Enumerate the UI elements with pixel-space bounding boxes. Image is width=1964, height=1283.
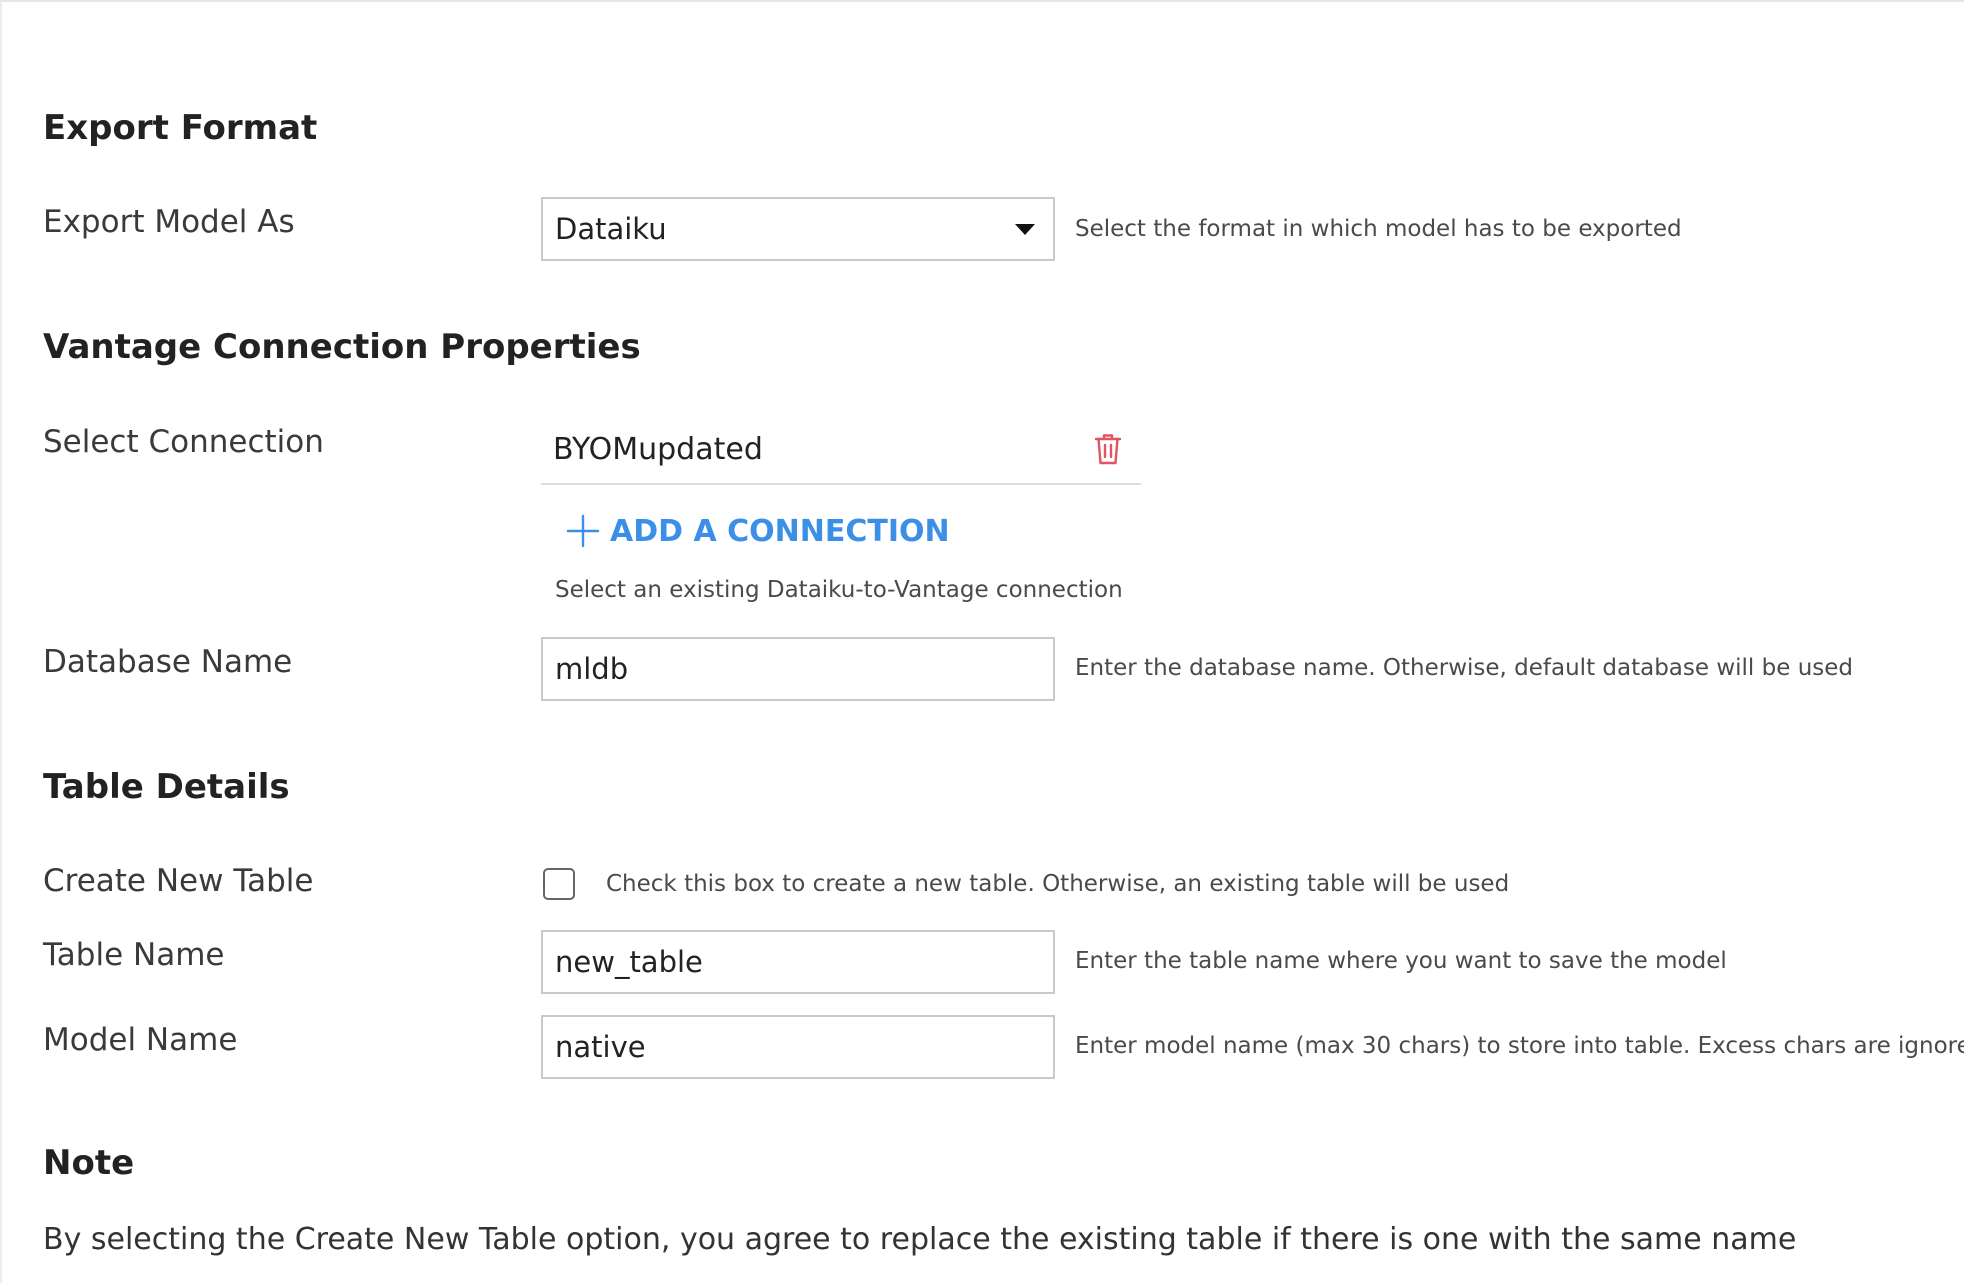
- create-new-table-checkbox[interactable]: [543, 868, 575, 900]
- table-name-label: Table Name: [43, 937, 225, 973]
- plus-icon: [564, 512, 602, 550]
- export-model-as-label: Export Model As: [43, 204, 295, 240]
- selected-connection-row[interactable]: BYOMupdated: [541, 415, 1141, 485]
- caret-down-icon: [1015, 223, 1035, 235]
- table-name-help: Enter the table name where you want to s…: [1075, 948, 1727, 974]
- add-connection-button[interactable]: ADD A CONNECTION: [564, 512, 950, 550]
- model-name-help: Enter model name (max 30 chars) to store…: [1075, 1033, 1964, 1059]
- table-name-input[interactable]: [541, 930, 1055, 994]
- export-model-as-help: Select the format in which model has to …: [1075, 216, 1682, 242]
- select-connection-label: Select Connection: [43, 424, 324, 460]
- export-format-heading: Export Format: [43, 108, 318, 148]
- select-connection-help: Select an existing Dataiku-to-Vantage co…: [555, 577, 1123, 603]
- create-new-table-help: Check this box to create a new table. Ot…: [606, 871, 1510, 897]
- vantage-connection-heading: Vantage Connection Properties: [43, 327, 641, 367]
- database-name-help: Enter the database name. Otherwise, defa…: [1075, 655, 1854, 681]
- database-name-label: Database Name: [43, 644, 293, 680]
- database-name-input[interactable]: [541, 637, 1055, 701]
- model-name-input[interactable]: [541, 1015, 1055, 1079]
- model-name-label: Model Name: [43, 1022, 238, 1058]
- export-model-as-value: Dataiku: [555, 212, 667, 246]
- trash-icon[interactable]: [1091, 431, 1125, 467]
- connection-name: BYOMupdated: [553, 431, 763, 467]
- export-model-as-select[interactable]: Dataiku: [541, 197, 1055, 261]
- note-heading: Note: [43, 1143, 135, 1183]
- create-new-table-label: Create New Table: [43, 863, 314, 899]
- add-connection-label: ADD A CONNECTION: [610, 513, 950, 549]
- table-details-heading: Table Details: [43, 767, 290, 807]
- note-text: By selecting the Create New Table option…: [43, 1222, 1797, 1257]
